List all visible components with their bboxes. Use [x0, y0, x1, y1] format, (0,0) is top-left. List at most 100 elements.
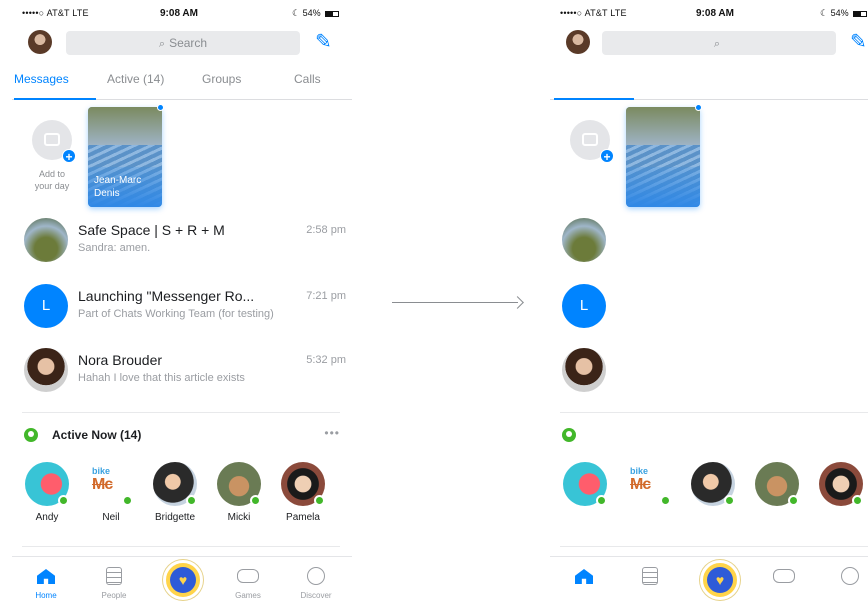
active-person[interactable]: Micki: [214, 462, 264, 523]
nav-discover[interactable]: Discover: [288, 563, 344, 600]
story-author-line1: Jean-Marc: [94, 175, 142, 186]
more-options-icon[interactable]: •••: [324, 426, 340, 440]
transition-arrow: [392, 296, 524, 310]
nav-discover[interactable]: [822, 563, 868, 589]
messenger-screen-after: •••••○ AT&T LTE 9:08 AM ☾ 54% ⌕ ✎ + L bi…: [550, 0, 868, 603]
search-input[interactable]: ⌕: [602, 31, 836, 55]
active-person[interactable]: Andy: [22, 462, 72, 523]
active-person[interactable]: bike Mc Neil: [86, 462, 136, 523]
heart-button[interactable]: ♥: [700, 560, 740, 600]
arrow-head-icon: [511, 296, 524, 309]
plus-icon: +: [62, 149, 76, 164]
story-author-name: Jean-Marc Denis: [94, 174, 160, 200]
conversation-preview: Part of Chats Working Team (for testing): [78, 308, 274, 320]
do-not-disturb-icon: ☾: [820, 8, 829, 18]
section-divider: [560, 412, 868, 413]
tab-messages[interactable]: Messages: [14, 72, 69, 86]
active-person[interactable]: [560, 462, 610, 506]
gamepad-icon: [773, 569, 795, 583]
add-story-label-line2: your day: [34, 181, 70, 191]
people-list-icon: [642, 567, 658, 585]
status-bar: •••••○ AT&T LTE 9:08 AM ☾ 54%: [550, 8, 868, 22]
online-dot: [852, 495, 863, 506]
battery-percent: 54%: [302, 8, 321, 18]
person-avatar: [153, 462, 197, 506]
add-story-button[interactable]: +: [568, 120, 614, 164]
person-avatar: bike Mc: [89, 462, 133, 506]
conversation-time: 5:32 pm: [306, 354, 346, 366]
search-input[interactable]: ⌕ Search: [66, 31, 300, 55]
nav-home[interactable]: [556, 563, 612, 589]
person-avatar: [755, 462, 799, 506]
conversation-title: Launching "Messenger Ro...: [78, 288, 255, 304]
tab-calls[interactable]: Calls: [294, 72, 321, 86]
nav-home[interactable]: Home: [18, 563, 74, 600]
nav-home-label: Home: [35, 591, 57, 600]
active-now-label: Active Now (14): [52, 428, 142, 442]
heart-icon: ♥: [170, 567, 196, 593]
tab-active[interactable]: Active (14): [107, 72, 164, 86]
logo-text-mid: Mc: [630, 476, 651, 493]
bike-mc-logo: bike Mc: [92, 466, 132, 494]
camera-circle: +: [570, 120, 614, 164]
person-avatar: [25, 462, 69, 506]
nav-people-label: People: [101, 591, 127, 600]
bottom-nav: Home People ♥ Games Discover: [12, 556, 352, 603]
home-icon: [37, 569, 55, 584]
compose-icon[interactable]: ✎: [850, 31, 868, 53]
conversation-avatar: [24, 218, 68, 262]
online-dot: [788, 495, 799, 506]
conversation-row[interactable]: L: [560, 284, 868, 334]
people-list-icon: [106, 567, 122, 585]
conversation-row[interactable]: [560, 348, 868, 398]
tab-groups[interactable]: Groups: [202, 72, 241, 86]
profile-avatar[interactable]: [28, 30, 52, 54]
heart-button[interactable]: ♥: [163, 560, 203, 600]
nav-people[interactable]: [622, 563, 678, 589]
search-placeholder: Search: [169, 36, 208, 50]
person-name: Andy: [35, 512, 59, 523]
conversation-avatar: L: [562, 284, 606, 328]
section-divider: [22, 412, 340, 413]
person-avatar: [819, 462, 863, 506]
person-avatar: [691, 462, 735, 506]
online-dot: [186, 495, 197, 506]
online-dot: [250, 495, 261, 506]
search-icon: ⌕: [158, 38, 166, 50]
compose-icon[interactable]: ✎: [315, 31, 337, 53]
add-story-button[interactable]: + Add to your day: [30, 120, 76, 192]
conversation-row[interactable]: L Launching "Messenger Ro... Part of Cha…: [22, 284, 346, 334]
nav-people[interactable]: People: [86, 563, 142, 600]
carrier-label: •••••○ AT&T LTE: [560, 8, 627, 18]
active-person[interactable]: [752, 462, 802, 506]
person-name: Micki: [227, 512, 251, 523]
active-tab-indicator: [14, 98, 96, 100]
add-story-label: Add to your day: [30, 168, 74, 192]
search-icon: ⌕: [713, 38, 721, 50]
online-dot: [596, 495, 607, 506]
section-divider: [560, 546, 868, 547]
active-person[interactable]: Pamela: [278, 462, 328, 523]
conversation-row[interactable]: [560, 218, 868, 268]
story-author-line2: Denis: [94, 188, 120, 199]
active-person[interactable]: [688, 462, 738, 506]
nav-games[interactable]: [756, 563, 812, 589]
conversation-time: 2:58 pm: [306, 224, 346, 236]
conversation-row[interactable]: Safe Space | S + R + M Sandra: amen. 2:5…: [22, 218, 346, 268]
person-avatar: [217, 462, 261, 506]
unseen-story-dot: [157, 104, 164, 111]
conversation-row[interactable]: Nora Brouder Hahah I love that this arti…: [22, 348, 346, 398]
battery-icon: [853, 10, 868, 17]
profile-avatar[interactable]: [566, 30, 590, 54]
active-person[interactable]: Bridgette: [150, 462, 200, 523]
nav-games[interactable]: Games: [220, 563, 276, 600]
active-person[interactable]: bike Mc: [624, 462, 674, 506]
section-divider: [22, 546, 340, 547]
active-people-list: Andy bike Mc Neil Bridgette Micki Pamela: [22, 462, 352, 532]
conversation-title: Safe Space | S + R + M: [78, 222, 225, 238]
online-dot: [314, 495, 325, 506]
active-now-icon: [24, 428, 38, 442]
active-person[interactable]: [816, 462, 866, 506]
conversation-avatar: [562, 348, 606, 392]
story-card[interactable]: [626, 107, 700, 207]
